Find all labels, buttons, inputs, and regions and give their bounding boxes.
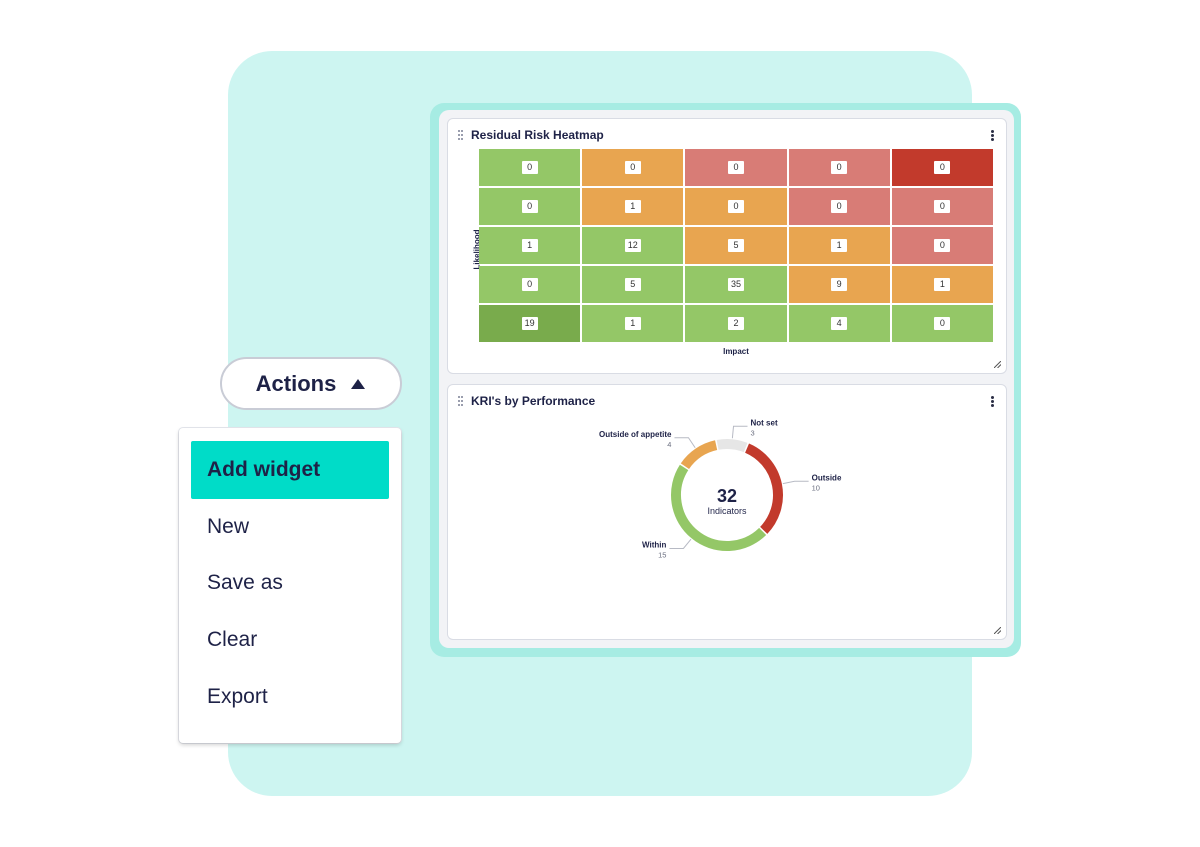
- heatmap-cell-value: 0: [521, 278, 538, 291]
- donut-leader-line: [674, 437, 696, 449]
- heatmap-cell[interactable]: 1: [582, 305, 684, 342]
- donut-slice-name: Outside of appetite: [599, 430, 672, 439]
- donut-center-label: Indicators: [707, 506, 747, 516]
- heatmap-cell[interactable]: 0: [479, 149, 581, 186]
- heatmap-cell-value: 12: [624, 239, 641, 252]
- heatmap-cell-value: 1: [624, 200, 641, 213]
- donut-center-value: 32: [717, 486, 737, 506]
- heatmap-cell-value: 1: [934, 278, 951, 291]
- heatmap-grid: 0 0 0 0 0 0 1 0 0 0 1 12 5 1 0 0 5 35 9 1 19 1 2 4 0: [479, 149, 993, 342]
- heatmap-cell-value: 1: [624, 317, 641, 330]
- menu-item-label: Add widget: [207, 458, 321, 481]
- donut-slice[interactable]: [680, 440, 718, 470]
- resize-handle-icon[interactable]: [994, 627, 1001, 634]
- actions-button[interactable]: Actions: [220, 357, 402, 410]
- heatmap-cell[interactable]: 12: [582, 227, 684, 264]
- heatmap-cell[interactable]: 2: [685, 305, 787, 342]
- heatmap-cell[interactable]: 0: [479, 188, 581, 225]
- heatmap-cell-value: 0: [521, 161, 538, 174]
- heatmap-cell[interactable]: 0: [788, 188, 890, 225]
- kri-widget: KRI's by Performance Not set 3 Outside 10 Wi…: [447, 384, 1007, 640]
- menu-item-save-as[interactable]: Save as: [191, 554, 389, 612]
- kebab-menu-icon[interactable]: [991, 130, 994, 141]
- donut-slice-value: 4: [667, 440, 671, 449]
- heatmap-cell[interactable]: 5: [685, 227, 787, 264]
- menu-item-export[interactable]: Export: [191, 668, 389, 726]
- heatmap-cell-value: 0: [624, 161, 641, 174]
- menu-item-clear[interactable]: Clear: [191, 611, 389, 669]
- donut-slice-name: Within: [642, 540, 666, 549]
- heatmap-cell[interactable]: 0: [788, 149, 890, 186]
- kri-donut-chart: Not set3 Outside10 Within15 Outside of appe…: [599, 418, 842, 559]
- menu-item-label: Save as: [207, 571, 283, 594]
- heatmap-cell[interactable]: 4: [788, 305, 890, 342]
- heatmap-cell[interactable]: 0: [891, 149, 993, 186]
- caret-up-icon: [351, 378, 366, 389]
- menu-item-label: Clear: [207, 628, 258, 651]
- heatmap-cell-value: 0: [831, 200, 848, 213]
- heatmap-cell[interactable]: 1: [788, 227, 890, 264]
- donut-slice[interactable]: [744, 443, 783, 534]
- donut-slice-value: 3: [751, 428, 755, 437]
- heatmap-widget: Residual Risk Heatmap Likelihood 0000001…: [447, 118, 1007, 374]
- heatmap-cell[interactable]: 0: [582, 149, 684, 186]
- heatmap-cell-value: 1: [831, 239, 848, 252]
- donut-leader-line: [782, 480, 809, 485]
- drag-handle-icon[interactable]: [458, 130, 464, 140]
- heatmap-cell[interactable]: 35: [685, 266, 787, 303]
- heatmap-cell[interactable]: 9: [788, 266, 890, 303]
- actions-button-label: Actions: [255, 370, 337, 396]
- heatmap-cell-value: 5: [624, 278, 641, 291]
- heatmap-cell-value: 5: [727, 239, 744, 252]
- heatmap-cell-value: 0: [521, 200, 538, 213]
- heatmap-cell-value: 1: [521, 239, 538, 252]
- heatmap-cell[interactable]: 0: [891, 305, 993, 342]
- heatmap-cell-value: 0: [831, 161, 848, 174]
- heatmap-cell[interactable]: 19: [479, 305, 581, 342]
- heatmap-x-axis-label: Impact: [723, 347, 749, 356]
- donut-slice-value: 10: [812, 483, 820, 492]
- heatmap-cell[interactable]: 0: [685, 149, 787, 186]
- donut-leader-line: [731, 425, 748, 439]
- heatmap-cell[interactable]: 0: [479, 266, 581, 303]
- heatmap-cell[interactable]: 0: [891, 227, 993, 264]
- heatmap-cell[interactable]: 1: [891, 266, 993, 303]
- menu-item-label: Export: [207, 685, 268, 708]
- heatmap-cell[interactable]: 1: [582, 188, 684, 225]
- heatmap-cell-value: 35: [727, 278, 744, 291]
- menu-item-label: New: [207, 515, 250, 538]
- heatmap-cell-value: 2: [727, 317, 744, 330]
- heatmap-cell[interactable]: 0: [891, 188, 993, 225]
- heatmap-cell[interactable]: 0: [685, 188, 787, 225]
- heatmap-cell-value: 0: [934, 161, 951, 174]
- heatmap-cell-value: 0: [727, 200, 744, 213]
- heatmap-cell-value: 19: [521, 317, 538, 330]
- heatmap-cell-value: 4: [831, 317, 848, 330]
- heatmap-cell-value: 0: [934, 317, 951, 330]
- donut-leader-line: [669, 538, 692, 549]
- heatmap-cell-value: 0: [934, 200, 951, 213]
- heatmap-cell-value: 0: [934, 239, 951, 252]
- menu-item-new[interactable]: New: [191, 498, 389, 556]
- heatmap-cell-value: 9: [831, 278, 848, 291]
- resize-handle-icon[interactable]: [994, 361, 1001, 368]
- donut-slice[interactable]: [716, 439, 748, 453]
- heatmap-title: Residual Risk Heatmap: [471, 128, 604, 142]
- donut-slice-name: Outside: [812, 473, 842, 482]
- heatmap-cell[interactable]: 1: [479, 227, 581, 264]
- menu-item-add-widget[interactable]: Add widget: [191, 441, 389, 499]
- heatmap-cell-value: 0: [727, 161, 744, 174]
- heatmap-cell[interactable]: 5: [582, 266, 684, 303]
- actions-menu: Add widget New Save as Clear Export: [179, 428, 401, 743]
- donut-slice-name: Not set: [751, 418, 778, 427]
- donut-slice-value: 15: [658, 550, 666, 559]
